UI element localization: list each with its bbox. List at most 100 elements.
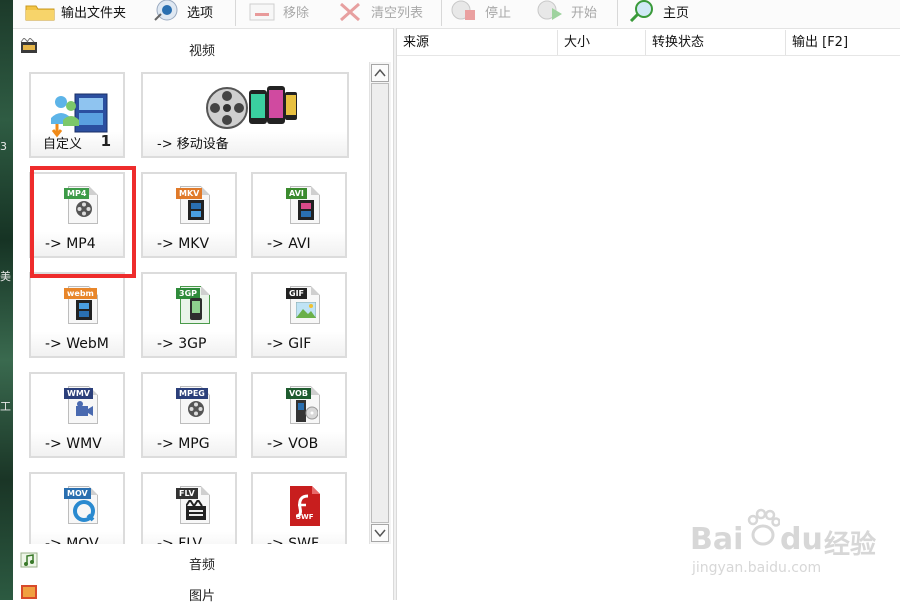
- scroll-thumb[interactable]: [371, 83, 389, 523]
- flv-format-tag: FLV: [176, 488, 198, 499]
- watermark-suffix: 经验: [824, 530, 877, 560]
- tile-mobile-devices[interactable]: -> 移动设备: [141, 72, 349, 158]
- tile-wmv[interactable]: WMV -> WMV: [29, 372, 125, 458]
- scroll-down-button[interactable]: [371, 524, 389, 542]
- file-list-header: 来源 大小 转换状态 输出 [F2]: [397, 30, 900, 56]
- clear-list-label: 清空列表: [371, 5, 424, 21]
- desktop-char: 工: [0, 400, 11, 413]
- clear-list-button[interactable]: 清空列表: [335, 0, 423, 22]
- desktop-char: 美: [0, 270, 11, 283]
- start-button[interactable]: 开始: [535, 0, 597, 22]
- category-picture-header[interactable]: 图片: [13, 577, 391, 605]
- home-icon: [627, 0, 657, 23]
- 3gp-file-icon: 3GP: [176, 286, 212, 326]
- category-audio-label: 音频: [188, 558, 215, 573]
- tile-swf[interactable]: SWF -> SWF: [251, 472, 347, 544]
- tile-custom[interactable]: 1 自定义: [29, 72, 125, 158]
- mp4-highlight-box: [30, 166, 136, 278]
- output-folder-label: 输出文件夹: [61, 5, 127, 21]
- tile-mkv[interactable]: MKV -> MKV: [141, 172, 237, 258]
- mpg-format-tag: MPEG: [176, 388, 208, 399]
- toolbar: 输出文件夹 选项 移除 清空列表 停止 开始 主页: [13, 0, 900, 29]
- stop-label: 停止: [485, 5, 512, 21]
- format-grid: 1 自定义 -> 移动设备 MP4 -> MP4 MKV -> MKV AVI …: [13, 62, 367, 544]
- category-video-label: 视频: [188, 44, 215, 59]
- watermark-url: jingyan.baidu.com: [692, 560, 822, 576]
- wmv-file-icon: WMV: [64, 386, 100, 426]
- toolbar-divider: [617, 0, 618, 26]
- swf-file-icon: SWF: [286, 486, 322, 526]
- tile-webm[interactable]: webm -> WebM: [29, 272, 125, 358]
- mkv-format-tag: MKV: [176, 188, 203, 199]
- folder-icon: [25, 0, 55, 22]
- home-button[interactable]: 主页: [627, 0, 690, 23]
- toolbar-divider: [441, 0, 442, 26]
- avi-format-tag: AVI: [286, 188, 307, 199]
- tile-label: -> MPG: [157, 436, 210, 452]
- mov-format-tag: MOV: [64, 488, 91, 499]
- mkv-file-icon: MKV: [176, 186, 212, 226]
- column-output[interactable]: 输出 [F2]: [786, 30, 900, 55]
- tile-label: -> MOV: [45, 536, 99, 544]
- tile-label: -> VOB: [267, 436, 319, 452]
- mov-file-icon: MOV: [64, 486, 100, 526]
- desktop-background-strip: 3 美 工: [0, 0, 13, 600]
- gif-file-icon: GIF: [286, 286, 322, 326]
- start-label: 开始: [571, 5, 598, 21]
- tile-3gp[interactable]: 3GP -> 3GP: [141, 272, 237, 358]
- paw-icon: [747, 508, 780, 546]
- tile-label: 自定义: [43, 137, 83, 152]
- chevron-down-icon: [374, 529, 386, 538]
- column-source[interactable]: 来源: [397, 30, 558, 55]
- output-folder-button[interactable]: 输出文件夹: [25, 0, 126, 22]
- mpg-file-icon: MPEG: [176, 386, 212, 426]
- swf-format-tag: SWF: [296, 513, 314, 521]
- tile-mpg[interactable]: MPEG -> MPG: [141, 372, 237, 458]
- options-icon: [151, 0, 181, 22]
- tile-label: -> MKV: [157, 236, 210, 252]
- webm-file-icon: webm: [64, 286, 100, 326]
- wmv-format-tag: WMV: [64, 388, 93, 399]
- tile-label: -> WMV: [45, 436, 102, 452]
- avi-file-icon: AVI: [286, 186, 322, 226]
- stop-button[interactable]: 停止: [449, 0, 511, 22]
- remove-icon: [247, 0, 277, 22]
- tile-mov[interactable]: MOV -> MOV: [29, 472, 125, 544]
- home-label: 主页: [663, 5, 690, 21]
- options-button[interactable]: 选项: [151, 0, 213, 22]
- webm-format-tag: webm: [64, 288, 97, 299]
- toolbar-divider: [235, 0, 236, 26]
- format-grid-scrollbar[interactable]: [369, 62, 391, 544]
- tile-gif[interactable]: GIF -> GIF: [251, 272, 347, 358]
- tile-avi[interactable]: AVI -> AVI: [251, 172, 347, 258]
- custom-icon: [49, 88, 113, 138]
- tile-vob[interactable]: VOB -> VOB: [251, 372, 347, 458]
- options-label: 选项: [187, 5, 214, 21]
- desktop-char: 3: [0, 140, 7, 153]
- clear-list-icon: [335, 0, 365, 22]
- category-audio-header[interactable]: 音频: [13, 546, 391, 574]
- tile-flv[interactable]: FLV -> FLV: [141, 472, 237, 544]
- custom-badge: 1: [100, 132, 111, 150]
- watermark-brand-end: du: [780, 522, 823, 557]
- scroll-up-button[interactable]: [371, 64, 389, 82]
- stop-icon: [449, 0, 479, 22]
- column-status[interactable]: 转换状态: [646, 30, 786, 55]
- remove-button[interactable]: 移除: [247, 0, 309, 22]
- start-icon: [535, 0, 565, 22]
- tile-label: -> SWF: [267, 536, 320, 544]
- chevron-up-icon: [374, 68, 386, 77]
- tile-label: -> WebM: [45, 336, 109, 352]
- tile-label: -> AVI: [267, 236, 311, 252]
- baidu-watermark: Bai du 经验 jingyan.baidu.com: [688, 500, 900, 600]
- remove-label: 移除: [283, 5, 310, 21]
- mobile-devices-icon: [203, 82, 299, 134]
- tile-label: -> GIF: [267, 336, 312, 352]
- tile-label: -> 3GP: [157, 336, 207, 352]
- column-size[interactable]: 大小: [558, 30, 646, 55]
- vob-file-icon: VOB: [286, 386, 322, 426]
- category-video-header[interactable]: 视频: [13, 32, 391, 60]
- tile-label: -> FLV: [157, 536, 203, 544]
- tile-label: -> 移动设备: [157, 137, 229, 152]
- vob-format-tag: VOB: [286, 388, 311, 399]
